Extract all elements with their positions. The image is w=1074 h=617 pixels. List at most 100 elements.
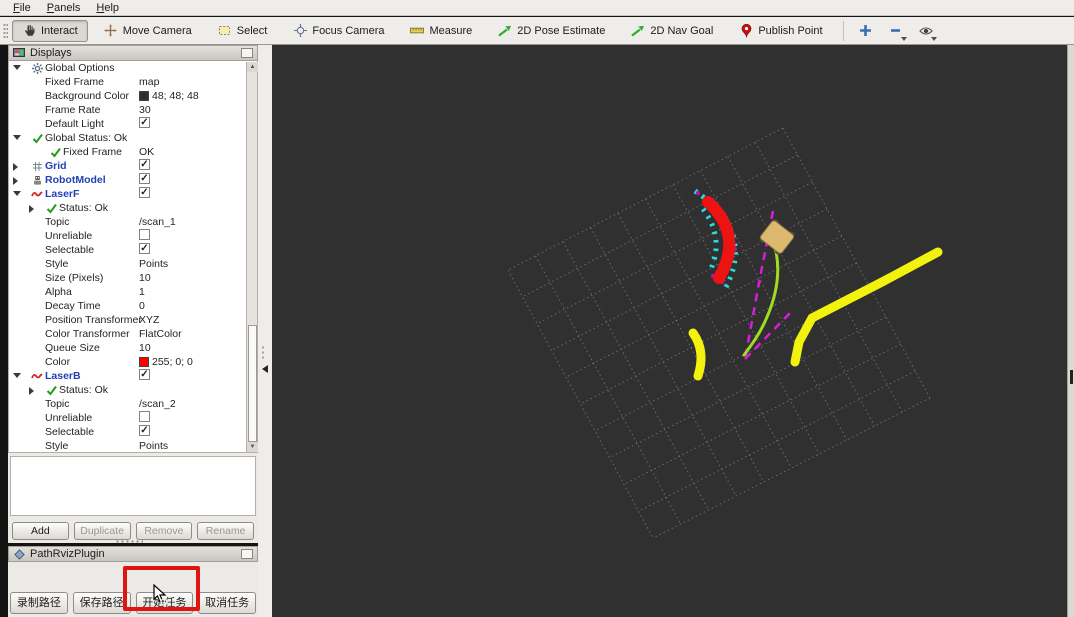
path-panel-titlebar[interactable]: PathRvizPlugin [8,546,258,562]
property-value[interactable]: XYZ [139,313,159,327]
scrollbar-thumb[interactable] [248,325,257,442]
expander-right-icon[interactable] [13,177,18,185]
collapse-right-handle[interactable] [1070,370,1073,384]
menu-file[interactable]: File [6,1,38,15]
add-tool-button[interactable] [854,20,878,42]
tree-row-frame-rate[interactable]: Frame Rate 30 [9,103,257,117]
property-value[interactable]: 10 [139,271,151,285]
property-value[interactable]: ✓ [139,159,150,170]
tree-row-laserb-selectable[interactable]: Selectable ✓ [9,425,257,439]
tree-row-laserf-style[interactable]: Style Points [9,257,257,271]
tree-row-laser-b[interactable]: LaserB ✓ [9,369,257,383]
tree-row-laserf-col-transformer[interactable]: Color Transformer FlatColor [9,327,257,341]
tree-row-laserf-alpha[interactable]: Alpha 1 [9,285,257,299]
rename-button[interactable]: Rename [197,522,254,540]
property-value[interactable]: 30 [139,103,151,117]
property-value[interactable]: Points [139,257,168,271]
tree-row-fixed-frame-status[interactable]: Fixed Frame OK [9,145,257,159]
property-value[interactable]: ✓ [139,173,150,184]
tree-row-laserf-status[interactable]: Status: Ok [9,201,257,215]
property-value[interactable]: ✓ [139,425,150,436]
displays-float-button[interactable] [241,48,253,58]
save-path-button[interactable]: 保存路径 [72,592,131,614]
checkbox-checked[interactable]: ✓ [139,369,150,380]
tree-row-laserf-selectable[interactable]: Selectable ✓ [9,243,257,257]
expander-down-icon[interactable] [13,135,21,140]
collapse-left-icon[interactable] [262,365,268,373]
color-swatch[interactable] [139,357,149,367]
tree-row-laserf-color[interactable]: Color 255; 0; 0 [9,355,257,369]
tree-row-laserb-unreliable[interactable]: Unreliable [9,411,257,425]
pose-estimate-button[interactable]: 2D Pose Estimate [488,20,615,42]
cancel-task-button[interactable]: 取消任务 [198,592,256,614]
tree-row-default-light[interactable]: Default Light ✓ [9,117,257,131]
path-panel-float-button[interactable] [241,549,253,559]
remove-button[interactable]: Remove [135,522,193,540]
tree-row-background-color[interactable]: Background Color 48; 48; 48 [9,89,257,103]
property-value[interactable]: ✓ [139,243,150,254]
record-path-button[interactable]: 录制路径 [10,592,68,614]
scroll-up-icon[interactable]: ▲ [247,62,258,72]
tree-row-laser-f[interactable]: LaserF ✓ [9,187,257,201]
property-value[interactable]: ✓ [139,187,150,198]
dock-splitter-handle[interactable] [115,540,143,543]
property-value[interactable]: 10 [139,341,151,355]
right-collapsed-panel-strip[interactable] [1067,45,1074,617]
nav-goal-button[interactable]: 2D Nav Goal [621,20,723,42]
tree-row-laserb-status[interactable]: Status: Ok [9,383,257,397]
expander-right-icon[interactable] [29,205,34,213]
tree-row-laserf-topic[interactable]: Topic/scan_1 [9,215,257,229]
add-button[interactable]: Add [12,522,69,540]
checkbox-checked[interactable]: ✓ [139,117,150,128]
property-value[interactable]: 48; 48; 48 [139,89,199,103]
tree-row-laserf-queue-size[interactable]: Queue Size 10 [9,341,257,355]
tree-row-global-status[interactable]: Global Status: Ok [9,131,257,145]
robot-model[interactable] [758,218,796,256]
tree-row-global-options[interactable]: Global Options [9,61,257,75]
toolbar-drag-handle[interactable] [3,23,8,39]
expander-right-icon[interactable] [29,387,34,395]
property-value[interactable] [139,229,150,240]
property-value[interactable]: ✓ [139,369,150,380]
tree-row-laserb-topic[interactable]: Topic/scan_2 [9,397,257,411]
property-value[interactable]: 255; 0; 0 [139,355,193,369]
expander-down-icon[interactable] [13,191,21,196]
property-value[interactable]: 1 [139,285,145,299]
expander-down-icon[interactable] [13,373,21,378]
property-value[interactable] [139,411,150,422]
measure-button[interactable]: Measure [400,20,482,42]
property-value[interactable]: 0 [139,299,145,313]
checkbox-unchecked[interactable] [139,411,150,422]
checkbox-checked[interactable]: ✓ [139,187,150,198]
property-value[interactable]: OK [139,145,154,159]
checkbox-checked[interactable]: ✓ [139,243,150,254]
remove-tool-button[interactable] [884,20,908,42]
displays-scrollbar[interactable]: ▲ ▼ [246,62,258,452]
menu-panels[interactable]: Panels [40,1,88,15]
move-camera-button[interactable]: Move Camera [94,20,202,42]
tree-row-laserf-pos-transformer[interactable]: Position Transformer XYZ [9,313,257,327]
tree-row-robot-model[interactable]: RobotModel ✓ [9,173,257,187]
checkbox-checked[interactable]: ✓ [139,159,150,170]
checkbox-checked[interactable]: ✓ [139,425,150,436]
interact-button[interactable]: Interact [12,19,88,42]
checkbox-unchecked[interactable] [139,229,150,240]
property-value[interactable]: FlatColor [139,327,182,341]
displays-titlebar[interactable]: Displays [8,45,258,61]
color-swatch[interactable] [139,91,149,101]
tree-row-laserb-style[interactable]: Style Points [9,439,257,452]
panel-splitter[interactable] [258,45,272,617]
visibility-tool-button[interactable] [914,20,938,42]
property-value[interactable]: ✓ [139,117,150,128]
property-value[interactable]: Points [139,439,168,452]
3d-viewport[interactable] [272,45,1067,617]
tree-row-grid[interactable]: Grid ✓ [9,159,257,173]
tree-row-fixed-frame[interactable]: Fixed Frame map [9,75,257,89]
expander-right-icon[interactable] [13,163,18,171]
property-value[interactable]: map [139,75,159,89]
expander-down-icon[interactable] [13,65,21,70]
select-button[interactable]: Select [208,20,278,42]
focus-camera-button[interactable]: Focus Camera [283,20,394,42]
tree-row-laserf-unreliable[interactable]: Unreliable [9,229,257,243]
property-value[interactable]: /scan_2 [139,397,176,411]
